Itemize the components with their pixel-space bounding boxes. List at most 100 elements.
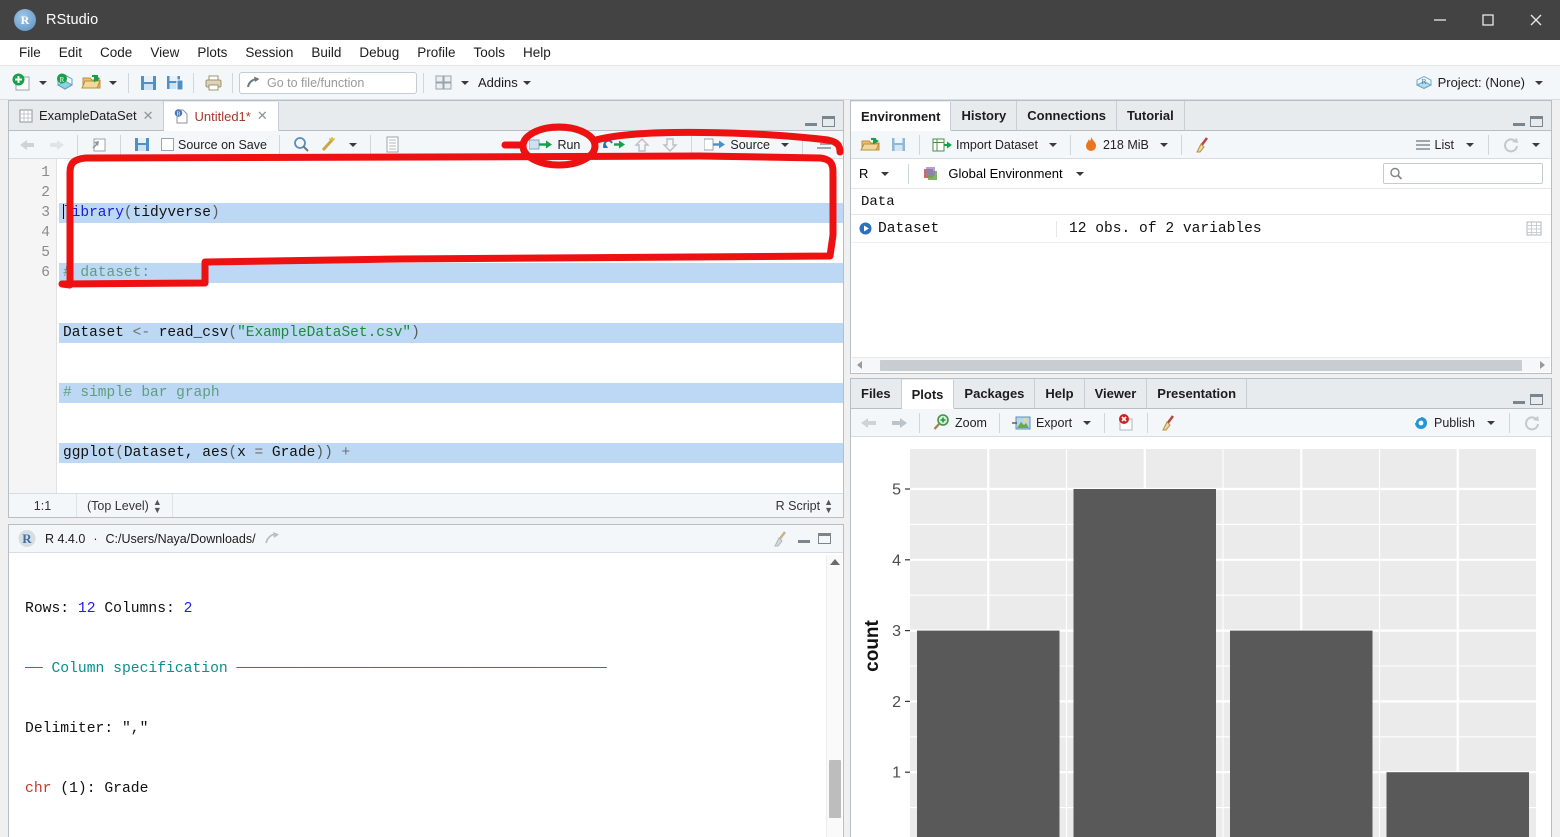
minimize-pane-icon[interactable] (798, 534, 810, 543)
new-file-icon[interactable] (8, 71, 34, 95)
maximize-pane-icon[interactable] (818, 533, 831, 544)
menu-plots[interactable]: Plots (188, 43, 236, 62)
language-selector-label[interactable]: R (859, 166, 868, 181)
view-mode-button[interactable]: List (1411, 138, 1458, 152)
source-on-save-toggle[interactable]: Source on Save (157, 138, 271, 152)
code-tools-dropdown-caret[interactable] (348, 142, 357, 147)
forward-arrow-icon[interactable] (43, 133, 69, 157)
find-icon[interactable] (288, 133, 314, 157)
tab-viewer[interactable]: Viewer (1085, 379, 1148, 408)
menu-debug[interactable]: Debug (350, 43, 408, 62)
tab-history[interactable]: History (951, 101, 1018, 130)
show-in-new-window-icon[interactable] (264, 531, 280, 546)
prev-chunk-icon[interactable] (629, 133, 655, 157)
workspace-panes-icon[interactable] (430, 71, 456, 95)
memory-dropdown-caret[interactable] (1159, 142, 1168, 147)
menu-help[interactable]: Help (514, 43, 560, 62)
scroll-left-arrow-icon[interactable] (854, 359, 866, 371)
console-output[interactable]: Rows: 12 Columns: 2 ── Column specificat… (9, 554, 843, 837)
tab-close-icon[interactable]: ✕ (143, 108, 154, 124)
menu-tools[interactable]: Tools (464, 43, 514, 62)
source-dropdown-caret[interactable] (781, 142, 789, 147)
maximize-pane-icon[interactable] (1530, 116, 1543, 127)
environment-scroll-thumb[interactable] (880, 359, 1522, 371)
clear-console-icon[interactable] (772, 530, 790, 547)
console-scrollbar[interactable] (826, 555, 842, 837)
menu-edit[interactable]: Edit (50, 43, 91, 62)
next-chunk-icon[interactable] (657, 133, 683, 157)
print-icon[interactable] (200, 71, 226, 95)
scroll-up-arrow-icon[interactable] (830, 559, 840, 565)
source-button[interactable]: Source (700, 137, 774, 152)
tab-exampledataset[interactable]: ExampleDataSet ✕ (9, 101, 165, 130)
menu-session[interactable]: Session (236, 43, 302, 62)
project-dropdown-caret[interactable] (1535, 80, 1543, 85)
new-project-icon[interactable]: R (52, 71, 78, 95)
run-button[interactable]: Run (525, 137, 584, 152)
tab-packages[interactable]: Packages (954, 379, 1036, 408)
working-directory-path[interactable]: C:/Users/Naya/Downloads/ (105, 532, 255, 546)
scroll-right-arrow-icon[interactable] (1536, 359, 1548, 371)
open-folder-icon[interactable] (857, 133, 883, 157)
back-arrow-icon[interactable] (857, 411, 883, 435)
export-plot-button[interactable]: Export (1008, 415, 1076, 431)
code-text-area[interactable]: library(tidyverse) # dataset: Dataset <-… (57, 159, 843, 493)
menu-file[interactable]: File (10, 43, 50, 62)
code-scope-selector[interactable]: (Top Level) ▲ ▼ (77, 494, 173, 517)
menu-profile[interactable]: Profile (408, 43, 464, 62)
refresh-icon[interactable] (1498, 133, 1524, 157)
view-table-icon[interactable] (1517, 221, 1551, 236)
menu-view[interactable]: View (141, 43, 188, 62)
rerun-icon[interactable] (601, 133, 627, 157)
language-dropdown-caret[interactable] (881, 171, 890, 176)
tab-tutorial[interactable]: Tutorial (1117, 101, 1185, 130)
file-type-selector[interactable]: R Script ▲ ▼ (766, 497, 843, 514)
export-dropdown-caret[interactable] (1083, 420, 1092, 425)
document-outline-icon[interactable] (811, 133, 837, 157)
tab-environment[interactable]: Environment (851, 102, 952, 131)
import-dropdown-caret[interactable] (1048, 142, 1057, 147)
minimize-pane-icon[interactable] (1513, 117, 1525, 126)
addins-dropdown-caret[interactable] (522, 80, 531, 85)
remove-plot-icon[interactable] (1113, 411, 1139, 435)
zoom-plot-button[interactable]: Zoom (928, 414, 991, 431)
environment-item-name-cell[interactable]: Dataset (851, 221, 1056, 237)
tab-presentation[interactable]: Presentation (1147, 379, 1248, 408)
tab-close-icon[interactable]: ✕ (257, 108, 268, 124)
open-folder-dropdown-caret[interactable] (109, 80, 117, 85)
refresh-icon[interactable] (1519, 411, 1545, 435)
menu-build[interactable]: Build (302, 43, 350, 62)
maximize-pane-icon[interactable] (822, 116, 835, 127)
goto-file-function-input[interactable]: Go to file/function (239, 71, 417, 94)
save-icon[interactable] (885, 133, 911, 157)
save-icon[interactable] (129, 133, 155, 157)
tab-plots[interactable]: Plots (901, 380, 955, 409)
code-editor-body[interactable]: 1 2 3 4 5 6 library(tidyverse) # dataset… (9, 159, 843, 493)
addins-button[interactable]: Addins (478, 75, 518, 90)
clear-plots-icon[interactable] (1156, 411, 1182, 435)
new-file-dropdown-caret[interactable] (39, 80, 47, 85)
forward-arrow-icon[interactable] (885, 411, 911, 435)
close-button[interactable] (1512, 0, 1560, 40)
minimize-pane-icon[interactable] (1513, 395, 1525, 404)
open-folder-icon[interactable] (78, 71, 104, 95)
memory-usage-button[interactable]: 218 MiB (1079, 136, 1153, 153)
project-selector[interactable]: R Project: (None) (1415, 75, 1552, 91)
publish-dropdown-caret[interactable] (1487, 420, 1495, 425)
tab-untitled1[interactable]: R Untitled1* ✕ (164, 102, 279, 131)
show-in-new-window-icon[interactable] (86, 133, 112, 157)
environment-dropdown-caret[interactable] (1075, 171, 1084, 176)
clear-environment-icon[interactable] (1190, 133, 1216, 157)
environment-item-dataset[interactable]: Dataset 12 obs. of 2 variables (851, 215, 1551, 243)
tab-files[interactable]: Files (851, 379, 902, 408)
compile-report-icon[interactable] (379, 133, 405, 157)
environment-horizontal-scrollbar[interactable] (852, 357, 1550, 372)
save-all-icon[interactable] (161, 71, 187, 95)
refresh-dropdown-caret[interactable] (1532, 142, 1540, 147)
console-scroll-thumb[interactable] (829, 760, 841, 818)
global-environment-label[interactable]: Global Environment (948, 166, 1062, 181)
save-icon[interactable] (135, 71, 161, 95)
panes-dropdown-caret[interactable] (461, 80, 469, 85)
maximize-button[interactable] (1464, 0, 1512, 40)
maximize-pane-icon[interactable] (1530, 394, 1543, 405)
